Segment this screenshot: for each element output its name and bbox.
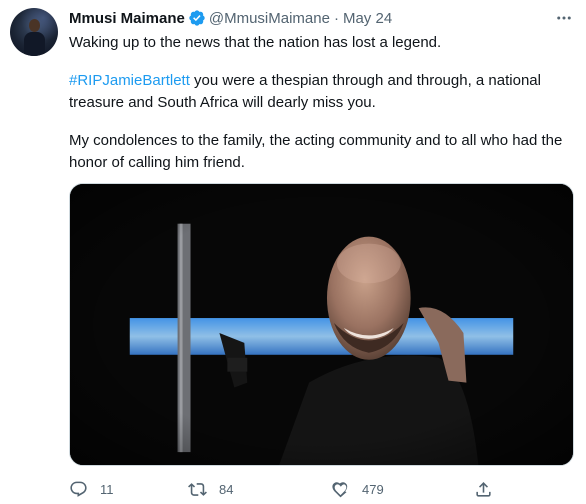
share-button[interactable] [474,478,493,500]
share-icon [476,481,491,497]
author-name[interactable]: Mmusi Maimane [69,10,185,27]
author-handle[interactable]: @MmusiMaimane [209,10,330,27]
retweet-icon [188,482,207,496]
more-options-icon[interactable] [552,8,576,28]
header-separator: · [333,9,339,27]
like-icon [332,481,348,497]
reply-icon [70,481,87,497]
reply-button[interactable]: 11 [69,478,114,500]
avatar[interactable] [10,8,58,56]
retweet-count: 84 [219,481,234,497]
reply-count: 11 [100,481,114,497]
tweet-paragraph-3: My condolences to the family, the acting… [69,132,563,171]
video-player[interactable] [69,183,574,466]
tweet-paragraph-2: #RIPJamieBartlett you were a thespian th… [69,70,574,114]
like-count: 479 [362,481,384,497]
tweet-date[interactable]: May 24 [343,10,392,27]
tweet[interactable]: Mmusi Maimane @MmusiMaimane · May 24 Wak… [0,0,586,504]
like-button[interactable]: 479 [331,478,384,500]
video-frame [70,184,573,465]
verified-badge-icon [189,10,205,26]
retweet-button[interactable]: 84 [188,478,233,500]
hashtag-link[interactable]: #RIPJamieBartlett [69,72,190,89]
tweet-header: Mmusi Maimane @MmusiMaimane · May 24 [69,8,392,28]
tweet-actions: 11 84 479 [69,478,574,500]
tweet-paragraph-1: Waking up to the news that the nation ha… [69,34,442,51]
